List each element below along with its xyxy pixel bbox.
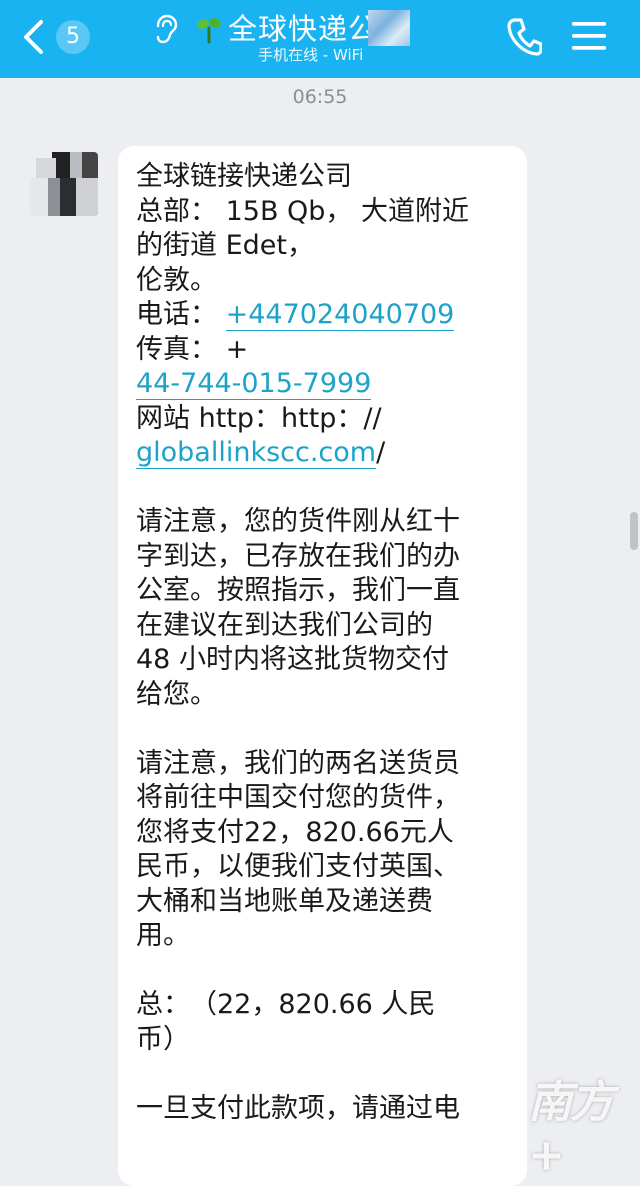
paragraph-line: 在建议在到达我们公司的 — [136, 609, 433, 641]
scrollbar-thumb[interactable] — [630, 512, 638, 550]
phone-label: 电话： — [136, 299, 217, 330]
address-line: 总部： 15B Qb， 大道附近 — [136, 195, 470, 227]
company-line: 全球链接快递公司 — [136, 161, 352, 192]
paragraph-line: 一旦支付此款项，请通过电 — [136, 1092, 460, 1124]
fax-label: 传真： + — [136, 333, 249, 365]
phone-link[interactable]: +447024040709 — [225, 299, 455, 331]
paragraph-line: 48 小时内将这批货物交付 — [136, 644, 449, 675]
website-suffix: / — [376, 437, 386, 468]
address-line: 的街道 Edet， — [136, 230, 314, 261]
website-line: globallinkscc.com/ — [136, 436, 513, 471]
online-status: 手机在线 - WiFi — [258, 46, 364, 64]
phone-line: 电话： +447024040709 — [136, 298, 513, 333]
paragraph-line: 民币，以便我们支付英国、 — [136, 851, 460, 882]
total-line: 币） — [136, 1023, 190, 1055]
website-label: 网站 http：http：// — [136, 402, 382, 434]
message-timestamp: 06:55 — [292, 86, 348, 108]
paragraph-line: 将前往中国交付您的货件， — [136, 782, 460, 813]
paragraph-line: 请注意，我们的两名送货员 — [136, 747, 460, 779]
message-bubble[interactable]: 全球链接快递公司 总部： 15B Qb， 大道附近 的街道 Edet， 伦敦。 … — [118, 146, 527, 1186]
ear-icon[interactable] — [152, 14, 178, 44]
paragraph-line: 字到达，已存放在我们的办 — [136, 540, 460, 572]
message-text: 全球链接快递公司 总部： 15B Qb， 大道附近 的街道 Edet， 伦敦。 … — [136, 160, 513, 1126]
paragraph-line: 您将支付22，820.66元人 — [136, 816, 454, 848]
fax-line: 44-744-015-7999 — [136, 367, 513, 402]
paragraph-line: 请注意，您的货件刚从红十 — [136, 506, 460, 537]
address-line: 伦敦。 — [136, 264, 217, 296]
sprout-icon — [197, 18, 221, 44]
phone-icon[interactable] — [506, 16, 542, 56]
chevron-left-icon — [24, 20, 43, 54]
sender-avatar[interactable] — [30, 152, 98, 216]
total-line: 总： （22，820.66 人民 — [136, 989, 436, 1020]
back-button[interactable]: 5 — [22, 16, 112, 60]
unread-badge: 5 — [56, 20, 90, 54]
fax-link[interactable]: 44-744-015-7999 — [136, 368, 372, 400]
redacted-name — [368, 10, 410, 46]
paragraph-line: 用。 — [136, 920, 190, 951]
paragraph-line: 大桶和当地账单及递送费 — [136, 885, 433, 917]
watermark-logo: 南方+ — [528, 1077, 614, 1181]
website-link[interactable]: globallinkscc.com — [136, 437, 377, 469]
paragraph-line: 公室。按照指示，我们一直 — [136, 575, 460, 606]
hamburger-menu-icon[interactable] — [570, 20, 608, 52]
paragraph-line: 给您。 — [136, 678, 217, 710]
chat-title: 全球快递公 — [228, 12, 379, 46]
chat-header: 5 全球快递公 手机在线 - WiFi — [0, 0, 640, 78]
